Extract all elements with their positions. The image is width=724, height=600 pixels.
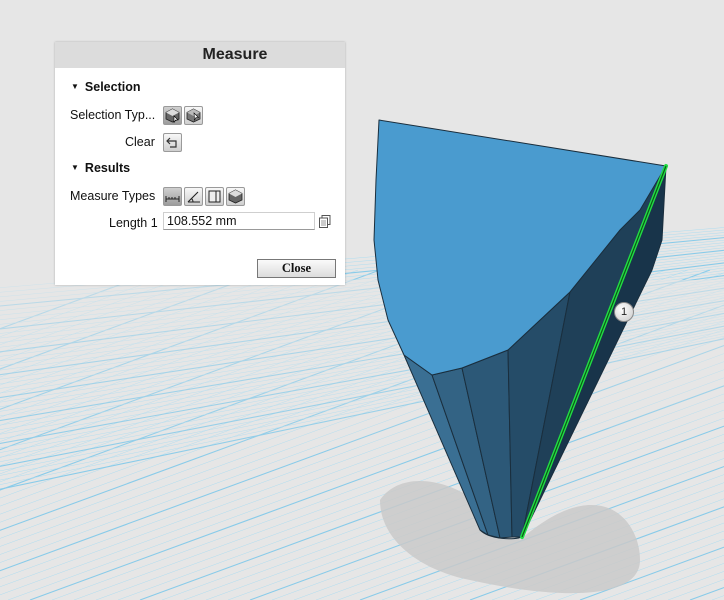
panel-title: Measure — [55, 42, 345, 68]
results-section-header[interactable]: ▼ Results — [71, 161, 130, 175]
collapse-triangle-icon: ▼ — [71, 163, 79, 172]
measure-panel: Measure ▼ Selection Selection Typ... Clea… — [55, 42, 345, 285]
collapse-triangle-icon: ▼ — [71, 82, 79, 91]
length-value-field[interactable]: 108.552 mm — [163, 212, 315, 230]
angle-icon[interactable] — [184, 187, 203, 206]
area-icon[interactable] — [205, 187, 224, 206]
face-select-icon[interactable] — [184, 106, 203, 125]
clear-label: Clear — [125, 135, 155, 149]
3d-model[interactable] — [373, 119, 667, 540]
measure-types-label: Measure Types — [70, 189, 156, 203]
close-button[interactable]: Close — [257, 259, 336, 278]
copy-icon[interactable] — [319, 215, 331, 228]
selection-type-label: Selection Typ... — [70, 108, 156, 122]
clear-selection-icon[interactable] — [163, 133, 182, 152]
volume-icon[interactable] — [226, 187, 245, 206]
selection-section-header[interactable]: ▼ Selection — [71, 80, 141, 94]
length-label: Length 1 — [109, 216, 158, 230]
body-select-icon[interactable] — [163, 106, 182, 125]
distance-icon[interactable] — [163, 187, 182, 206]
measurement-callout[interactable]: 1 — [614, 302, 634, 322]
